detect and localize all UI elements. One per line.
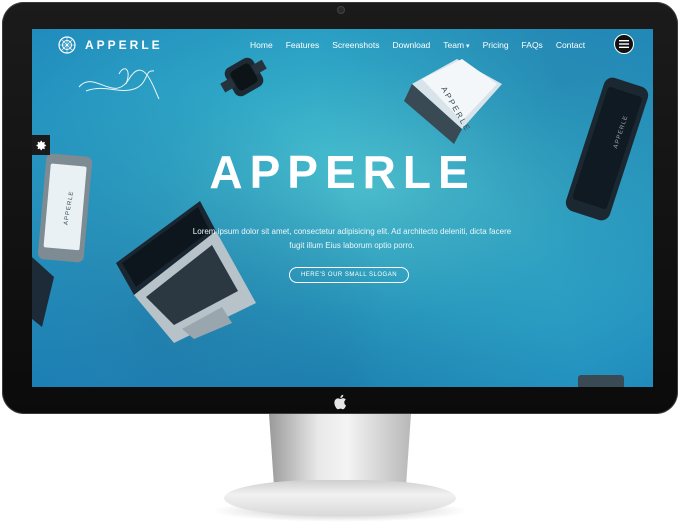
nav-download[interactable]: Download bbox=[392, 40, 430, 50]
logo-icon[interactable] bbox=[57, 35, 77, 55]
cable-image bbox=[78, 68, 160, 100]
nav-home[interactable]: Home bbox=[250, 40, 273, 50]
bottom-device-image bbox=[578, 375, 624, 387]
hamburger-icon bbox=[619, 40, 629, 48]
laptop-image bbox=[116, 201, 256, 343]
nav-pricing[interactable]: Pricing bbox=[483, 40, 509, 50]
monitor-bezel: APPERLE APPERLE APPERLE APPERLE Home Fea… bbox=[2, 2, 678, 414]
tablet-edge-image bbox=[32, 257, 54, 327]
nav-screenshots[interactable]: Screenshots bbox=[332, 40, 379, 50]
apple-logo-icon bbox=[334, 394, 347, 410]
nav-team-dropdown[interactable]: Team bbox=[443, 40, 469, 50]
menu-button[interactable] bbox=[614, 34, 634, 54]
camera-dot bbox=[338, 7, 344, 13]
apperle-box-image bbox=[404, 59, 502, 144]
nav-features[interactable]: Features bbox=[286, 40, 320, 50]
monitor-stand-base bbox=[224, 480, 456, 516]
hero-description: Lorem ipsum dolor sit amet, consectetur … bbox=[192, 227, 512, 250]
slogan-button[interactable]: Here's our small slogan bbox=[289, 267, 409, 283]
website-screen: APPERLE APPERLE APPERLE APPERLE Home Fea… bbox=[32, 29, 653, 387]
nav-links: Home Features Screenshots Download Team … bbox=[250, 40, 598, 50]
top-navbar: APPERLE Home Features Screenshots Downlo… bbox=[32, 29, 653, 63]
nav-contact[interactable]: Contact bbox=[556, 40, 585, 50]
hero-title: APPERLE bbox=[209, 146, 476, 198]
nav-faqs[interactable]: FAQs bbox=[522, 40, 543, 50]
brand-name[interactable]: APPERLE bbox=[85, 38, 163, 52]
